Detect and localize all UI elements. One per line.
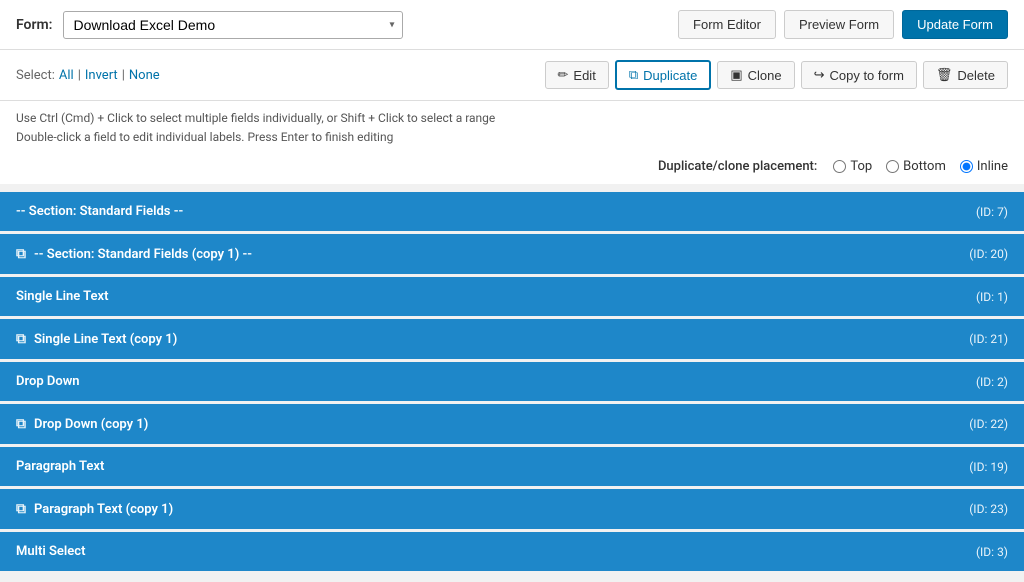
help-line-1: Use Ctrl (Cmd) + Click to select multipl… [16, 109, 1008, 128]
field-name: -- Section: Standard Fields -- [16, 204, 976, 219]
field-row[interactable]: -- Section: Standard Fields -- (ID: 7) [0, 192, 1024, 231]
form-label-group: Form: Download Excel Demo ▾ [16, 11, 403, 39]
duplicate-icon: ⧉ [629, 67, 638, 83]
placement-bottom-option[interactable]: Bottom [886, 159, 946, 174]
clone-button[interactable]: ▣ Clone [717, 61, 794, 89]
top-bar: Form: Download Excel Demo ▾ Form Editor … [0, 0, 1024, 50]
update-form-button[interactable]: Update Form [902, 10, 1008, 39]
field-name: Drop Down (copy 1) [34, 417, 969, 432]
edit-icon: ✏ [558, 67, 569, 83]
field-id: (ID: 2) [976, 375, 1008, 389]
placement-top-option[interactable]: Top [833, 159, 872, 174]
field-name: -- Section: Standard Fields (copy 1) -- [34, 247, 969, 262]
field-name: Paragraph Text [16, 459, 969, 474]
help-text: Use Ctrl (Cmd) + Click to select multipl… [0, 101, 1024, 153]
field-id: (ID: 23) [969, 502, 1008, 516]
placement-top-label: Top [850, 159, 872, 174]
field-id: (ID: 22) [969, 417, 1008, 431]
preview-form-button[interactable]: Preview Form [784, 10, 894, 39]
form-select-wrapper: Download Excel Demo ▾ [63, 11, 403, 39]
field-copy-icon: ⧉ [16, 246, 26, 262]
placement-bottom-radio[interactable] [886, 160, 899, 173]
delete-button[interactable]: 🗑 Delete [923, 61, 1008, 89]
copy-to-form-button[interactable]: ↪ Copy to form [801, 61, 917, 89]
field-name: Multi Select [16, 544, 976, 559]
field-row[interactable]: ⧉ Drop Down (copy 1) (ID: 22) [0, 404, 1024, 444]
separator-1: | [78, 68, 81, 83]
field-row[interactable]: Paragraph Text (ID: 19) [0, 447, 1024, 486]
form-select[interactable]: Download Excel Demo [63, 11, 403, 39]
field-id: (ID: 3) [976, 545, 1008, 559]
form-label: Form: [16, 17, 53, 33]
placement-row: Duplicate/clone placement: Top Bottom In… [0, 153, 1024, 184]
field-id: (ID: 19) [969, 460, 1008, 474]
field-row[interactable]: Drop Down (ID: 2) [0, 362, 1024, 401]
field-row[interactable]: ⧉ Single Line Text (copy 1) (ID: 21) [0, 319, 1024, 359]
clone-icon: ▣ [730, 67, 742, 83]
action-buttons: ✏ Edit ⧉ Duplicate ▣ Clone ↪ Copy to for… [545, 60, 1009, 90]
toolbar: Select: All | Invert | None ✏ Edit ⧉ Dup… [0, 50, 1024, 101]
page-wrapper: Form: Download Excel Demo ▾ Form Editor … [0, 0, 1024, 582]
field-name: Drop Down [16, 374, 976, 389]
field-row[interactable]: Single Line Text (ID: 1) [0, 277, 1024, 316]
select-group: Select: All | Invert | None [16, 68, 160, 83]
field-copy-icon: ⧉ [16, 501, 26, 517]
field-row[interactable]: ⧉ -- Section: Standard Fields (copy 1) -… [0, 234, 1024, 274]
field-copy-icon: ⧉ [16, 331, 26, 347]
separator-2: | [122, 68, 125, 83]
field-name: Single Line Text (copy 1) [34, 332, 969, 347]
select-all-link[interactable]: All [59, 68, 74, 83]
select-none-link[interactable]: None [129, 68, 160, 83]
field-name: Single Line Text [16, 289, 976, 304]
field-row[interactable]: ⧉ Paragraph Text (copy 1) (ID: 23) [0, 489, 1024, 529]
select-invert-link[interactable]: Invert [85, 68, 118, 83]
form-editor-button[interactable]: Form Editor [678, 10, 776, 39]
field-name: Paragraph Text (copy 1) [34, 502, 969, 517]
radio-group: Top Bottom Inline [833, 159, 1008, 174]
top-actions: Form Editor Preview Form Update Form [678, 10, 1008, 39]
placement-inline-label: Inline [977, 159, 1008, 174]
placement-inline-radio[interactable] [960, 160, 973, 173]
field-id: (ID: 21) [969, 332, 1008, 346]
delete-icon: 🗑 [936, 67, 953, 83]
select-label: Select: [16, 68, 55, 83]
field-id: (ID: 20) [969, 247, 1008, 261]
fields-container: -- Section: Standard Fields -- (ID: 7) ⧉… [0, 184, 1024, 582]
placement-label: Duplicate/clone placement: [658, 159, 817, 174]
field-id: (ID: 7) [976, 205, 1008, 219]
duplicate-button[interactable]: ⧉ Duplicate [615, 60, 712, 90]
edit-button[interactable]: ✏ Edit [545, 61, 609, 89]
help-line-2: Double-click a field to edit individual … [16, 128, 1008, 147]
copy-to-form-icon: ↪ [814, 67, 825, 83]
field-copy-icon: ⧉ [16, 416, 26, 432]
placement-bottom-label: Bottom [903, 159, 946, 174]
field-row[interactable]: Multi Select (ID: 3) [0, 532, 1024, 571]
placement-top-radio[interactable] [833, 160, 846, 173]
placement-inline-option[interactable]: Inline [960, 159, 1008, 174]
field-id: (ID: 1) [976, 290, 1008, 304]
